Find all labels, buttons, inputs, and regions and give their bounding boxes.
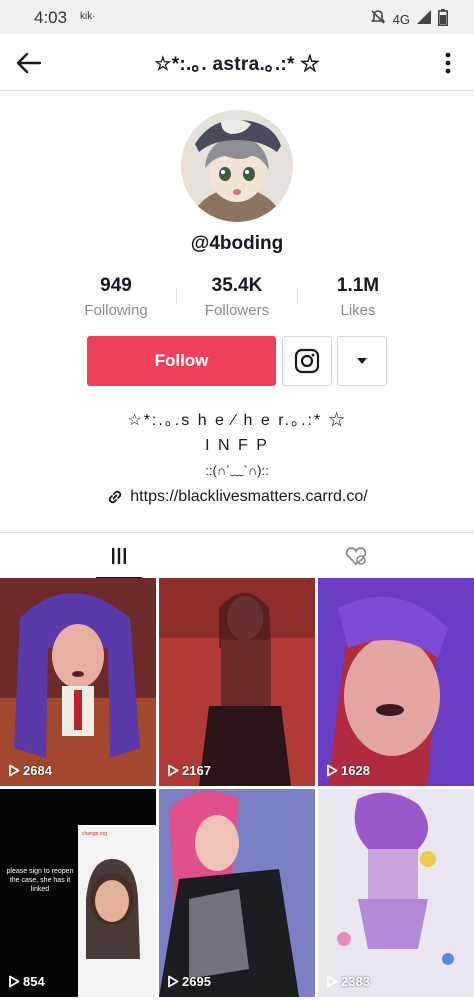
follow-button[interactable]: Follow (87, 336, 276, 386)
more-options-button[interactable] (440, 48, 456, 78)
view-count-value: 2167 (182, 763, 211, 778)
view-count-value: 2383 (341, 974, 370, 989)
followers-count: 35.4K (211, 275, 263, 296)
followers-label: Followers (204, 302, 270, 319)
status-bar: 4:03 kik· 4G (0, 0, 474, 34)
video-thumbnail[interactable]: 2383 (318, 789, 474, 997)
play-icon (9, 975, 20, 988)
bio-line: ☆*:.｡.s h e ⁄ h e r.｡.:* ☆ (127, 412, 347, 429)
more-vertical-icon (445, 52, 451, 74)
back-arrow-icon (16, 52, 42, 74)
likes-count: 1.1M (336, 275, 380, 296)
video-embedded-tag: change.org (82, 831, 108, 837)
play-icon (9, 764, 20, 777)
bio: ☆*:.｡.s h e ⁄ h e r.｡.:* ☆ I N F P ::(∩´… (0, 408, 474, 483)
view-count: 2167 (167, 763, 211, 778)
view-count-value: 854 (23, 974, 45, 989)
bio-link-text[interactable]: https://blacklivesmatters.carrd.co/ (130, 488, 367, 506)
video-caption: please sign to reopen the case, she has … (6, 868, 74, 893)
profile-header: ☆*:.｡. astra.｡.:* ☆ (0, 34, 474, 91)
play-icon (327, 975, 338, 988)
video-thumbnail[interactable]: please sign to reopen the case, she has … (0, 789, 156, 997)
play-icon (168, 975, 179, 988)
following-label: Following (84, 302, 148, 319)
video-thumbnail[interactable]: 2695 (159, 789, 315, 997)
carrier-label: kik· (80, 11, 96, 22)
tab-liked[interactable] (237, 533, 474, 579)
status-time: 4:03 (34, 8, 68, 27)
view-count-value: 2684 (23, 763, 52, 778)
caret-down-icon (357, 358, 367, 364)
bio-link[interactable]: https://blacklivesmatters.carrd.co/ (0, 488, 474, 506)
network-label: 4G (392, 12, 410, 27)
grid-icon (111, 548, 126, 564)
stat-followers[interactable]: 35.4K Followers (177, 274, 297, 319)
view-count: 1628 (326, 763, 370, 778)
view-count-value: 2695 (182, 974, 211, 989)
stat-likes[interactable]: 1.1M Likes (298, 274, 418, 319)
bio-line: I N F P (205, 437, 269, 454)
view-count: 2695 (167, 974, 211, 989)
view-count: 854 (8, 974, 45, 989)
view-count: 2684 (8, 763, 52, 778)
view-count-value: 1628 (341, 763, 370, 778)
avatar[interactable] (181, 110, 293, 222)
back-button[interactable] (14, 48, 44, 78)
profile-tabs (0, 532, 474, 579)
signal-icon (416, 9, 432, 30)
username: @4boding (190, 233, 284, 254)
instagram-button[interactable] (282, 336, 332, 386)
video-thumbnail[interactable]: 2167 (159, 578, 315, 786)
play-icon (168, 764, 179, 777)
play-icon (327, 764, 338, 777)
link-icon (109, 490, 122, 504)
status-icons: 4G (369, 8, 448, 31)
video-thumbnail[interactable]: 1628 (318, 578, 474, 786)
video-thumbnail[interactable]: 2684 (0, 578, 156, 786)
page-title: ☆*:.｡. astra.｡.:* ☆ (154, 53, 320, 75)
likes-label: Likes (340, 302, 376, 319)
mute-icon (369, 8, 387, 31)
tab-videos[interactable] (0, 533, 237, 579)
battery-icon (438, 8, 448, 31)
stat-following[interactable]: 949 Following (56, 274, 176, 319)
liked-heart-icon (345, 547, 366, 566)
view-count: 2383 (326, 974, 370, 989)
following-count: 949 (100, 275, 132, 296)
instagram-icon (294, 348, 320, 374)
video-grid: 2684 2167 1628 please sign to reopen the… (0, 578, 474, 1000)
suggested-accounts-button[interactable] (337, 336, 387, 386)
profile-stats: 949 Following 35.4K Followers 1.1M Likes (56, 274, 418, 324)
bio-line: ::(∩´﹏`∩):: (205, 463, 269, 478)
